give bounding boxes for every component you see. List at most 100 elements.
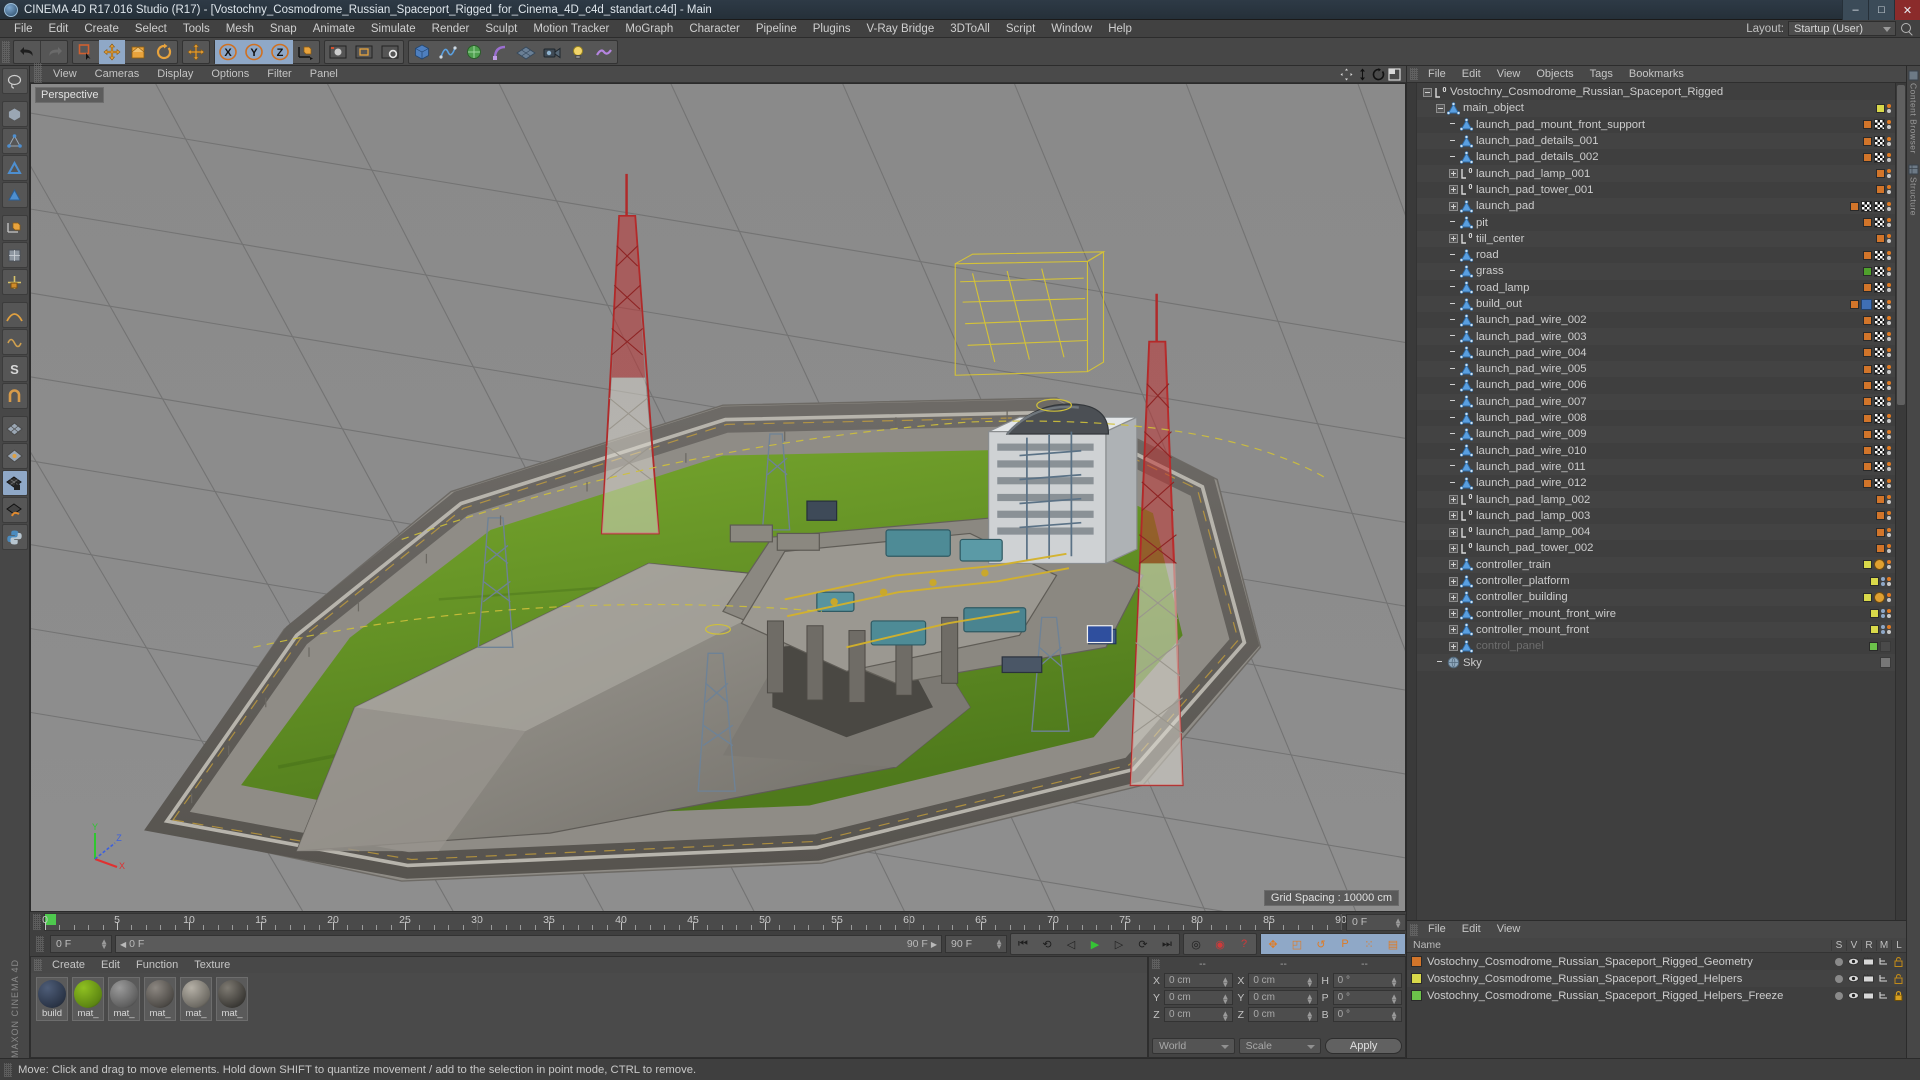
scrollbar-thumb[interactable] [1897, 85, 1905, 405]
menu-item-v-ray-bridge[interactable]: V-Ray Bridge [858, 20, 942, 38]
render-toggle[interactable] [1861, 957, 1876, 967]
menu-item-sculpt[interactable]: Sculpt [477, 20, 525, 38]
tag-dots-icon[interactable] [1887, 527, 1891, 537]
solo-toggle[interactable] [1831, 991, 1846, 1001]
menu-item-create[interactable]: Create [76, 20, 127, 38]
layer-row[interactable]: Vostochny_Cosmodrome_Russian_Spaceport_R… [1407, 987, 1906, 1004]
layer-color-swatch[interactable] [1863, 478, 1872, 488]
render-settings-button[interactable] [377, 40, 403, 64]
tree-expand-toggle[interactable] [1436, 103, 1445, 113]
object-row[interactable]: 0 launch_pad_tower_001 [1417, 182, 1895, 198]
object-row[interactable]: road [1417, 247, 1895, 263]
layer-color-swatch[interactable] [1863, 283, 1872, 293]
play-reverse-button[interactable]: ⟲ [1035, 934, 1059, 954]
tag-dots-icon[interactable] [1887, 478, 1891, 488]
keyframe-selection-button[interactable]: ? [1232, 934, 1256, 954]
layer-color-swatch[interactable] [1876, 495, 1885, 505]
menu-item-script[interactable]: Script [998, 20, 1043, 38]
object-row[interactable]: control_panel [1417, 638, 1895, 654]
texture-tag-icon[interactable] [1874, 265, 1885, 277]
manager-toggle[interactable] [1876, 957, 1891, 967]
object-row[interactable]: controller_mount_front_wire [1417, 606, 1895, 622]
layer-color-swatch[interactable] [1870, 625, 1879, 635]
object-manager-menu-file[interactable]: File [1420, 66, 1454, 83]
camera-button[interactable] [539, 40, 565, 64]
layer-color-swatch[interactable] [1863, 364, 1872, 374]
menu-item-window[interactable]: Window [1043, 20, 1100, 38]
visible-toggle[interactable] [1846, 957, 1861, 967]
texture-tag-icon[interactable] [1874, 396, 1885, 408]
layer-color-swatch[interactable] [1863, 429, 1872, 439]
tree-expand-toggle[interactable] [1449, 543, 1458, 553]
viewport-menu-cameras[interactable]: Cameras [86, 66, 149, 83]
object-row[interactable]: Sky [1417, 654, 1895, 671]
visible-toggle[interactable] [1846, 991, 1861, 1001]
texture-tag-icon[interactable] [1861, 200, 1872, 212]
material-item[interactable]: mat_ [144, 977, 176, 1021]
texture-tag-icon[interactable] [1874, 461, 1885, 473]
tag-dots-icon[interactable] [1887, 625, 1891, 635]
tag-dots-icon[interactable] [1887, 429, 1891, 439]
layer-manager-grip[interactable] [1410, 923, 1418, 936]
animate-mode-tool[interactable] [1, 329, 28, 355]
start-frame-field[interactable]: 0 F ▲ ▼ [50, 935, 112, 953]
layer-menu-view[interactable]: View [1489, 921, 1529, 938]
lasso-select-tool[interactable] [1, 68, 28, 94]
object-row[interactable]: road_lamp [1417, 280, 1895, 296]
tree-expand-toggle[interactable] [1449, 641, 1458, 651]
menu-item-simulate[interactable]: Simulate [363, 20, 424, 38]
go-to-start-button[interactable]: ⏮ [1011, 934, 1035, 954]
tag-dots-icon[interactable] [1887, 609, 1891, 619]
menu-item-file[interactable]: File [6, 20, 41, 38]
object-row[interactable]: 0 launch_pad_tower_002 [1417, 540, 1895, 556]
menu-item-select[interactable]: Select [127, 20, 175, 38]
timeline-range-slider[interactable]: ◀ 0 F 90 F ▶ [115, 935, 942, 953]
layer-color-swatch[interactable] [1863, 446, 1872, 456]
texture-tag-icon[interactable] [1874, 298, 1885, 310]
tag-dots-icon[interactable] [1887, 495, 1891, 505]
toolbar-grip[interactable] [2, 40, 10, 63]
spinner-icon[interactable]: ▲ ▼ [995, 938, 1003, 951]
menu-item-plugins[interactable]: Plugins [805, 20, 859, 38]
structure-icon[interactable] [1908, 164, 1919, 175]
object-row[interactable]: controller_mount_front [1417, 621, 1895, 639]
live-selection-button[interactable] [73, 40, 99, 64]
material-menu-texture[interactable]: Texture [186, 957, 238, 973]
object-row[interactable]: launch_pad_wire_003 [1417, 328, 1895, 345]
menu-item-edit[interactable]: Edit [41, 20, 77, 38]
model-mode-tool[interactable] [1, 215, 28, 241]
workplane-axis-tool[interactable] [1, 443, 28, 469]
layout-dropdown[interactable]: Startup (User) [1788, 21, 1896, 36]
spinner-icon[interactable]: ▲ ▼ [1221, 976, 1229, 989]
spinner-icon[interactable]: ▲ ▼ [1221, 993, 1229, 1006]
sky-tag-icon[interactable] [1880, 657, 1891, 669]
tree-expand-toggle[interactable] [1449, 527, 1458, 537]
workplane-grid-tool[interactable] [1, 416, 28, 442]
deformer-extra-button[interactable] [591, 40, 617, 64]
spinner-icon[interactable]: ▲ ▼ [1221, 1010, 1229, 1023]
object-manager-menu-objects[interactable]: Objects [1528, 66, 1581, 83]
texture-tag-icon[interactable] [1874, 445, 1885, 457]
menu-item-3dtoall[interactable]: 3DToAll [942, 20, 998, 38]
menu-item-render[interactable]: Render [424, 20, 478, 38]
rotate-icon[interactable] [1372, 67, 1385, 81]
texture-axis-tool[interactable] [1, 242, 28, 268]
rotation-input[interactable]: 0 ° ▲ ▼ [1332, 1007, 1402, 1023]
layer-color-swatch[interactable] [1876, 234, 1885, 244]
visible-toggle[interactable] [1846, 974, 1861, 984]
workplane-lock-tool[interactable] [1, 470, 28, 496]
tag-dots-icon[interactable] [1887, 103, 1891, 113]
play-forward-button[interactable]: ▶ [1083, 934, 1107, 954]
redo-button[interactable] [41, 40, 67, 64]
edges-mode-tool[interactable] [1, 155, 28, 181]
object-row[interactable]: grass [1417, 263, 1895, 280]
position-input[interactable]: 0 cm ▲ ▼ [1164, 990, 1234, 1006]
object-row[interactable]: launch_pad_wire_010 [1417, 443, 1895, 459]
record-position-button[interactable]: ✥ [1261, 934, 1285, 954]
tag-dots-icon[interactable] [1887, 266, 1891, 276]
object-row[interactable]: launch_pad_wire_012 [1417, 475, 1895, 491]
viewport-grip[interactable] [34, 63, 42, 85]
layer-color-swatch[interactable] [1876, 543, 1885, 553]
spinner-icon[interactable]: ▲ ▼ [1390, 976, 1398, 989]
tag-dots-icon[interactable] [1887, 283, 1891, 293]
